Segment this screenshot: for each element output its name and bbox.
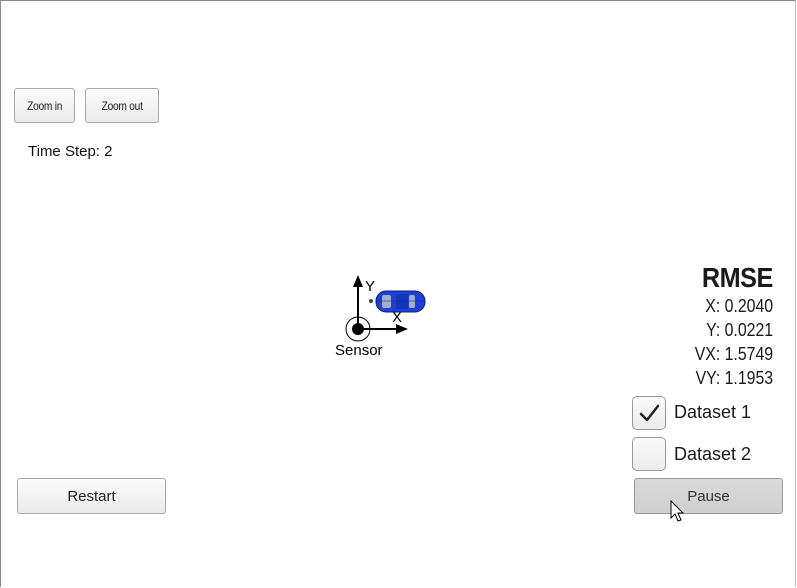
rmse-panel: RMSE X: 0.2040 Y: 0.0221 VX: 1.5749 VY: … (684, 262, 774, 390)
rmse-vy: VY: 1.1953 (695, 368, 773, 388)
restart-button[interactable]: Restart (17, 478, 166, 514)
dataset-1-label: Dataset 1 (674, 402, 752, 422)
checkmark-icon (639, 404, 660, 422)
y-axis-label: Y (365, 278, 375, 295)
dataset-2-label: Dataset 2 (674, 444, 752, 464)
y-axis-arrow (353, 275, 363, 329)
dataset-1-checkbox[interactable] (632, 396, 666, 430)
measurement-marker (369, 299, 373, 303)
restart-label: Restart (67, 487, 116, 505)
sensor-label: Sensor (335, 342, 383, 359)
pause-button[interactable]: Pause (634, 478, 783, 514)
rmse-y: Y: 0.0221 (706, 320, 773, 340)
rmse-vx: VX: 1.5749 (694, 344, 773, 364)
pause-label: Pause (687, 487, 730, 505)
mouse-cursor-icon (670, 500, 685, 522)
rmse-title: RMSE (701, 262, 773, 293)
rmse-x: X: 0.2040 (705, 296, 773, 316)
blue-car-icon (375, 290, 426, 313)
dataset-2-checkbox[interactable] (632, 437, 666, 471)
